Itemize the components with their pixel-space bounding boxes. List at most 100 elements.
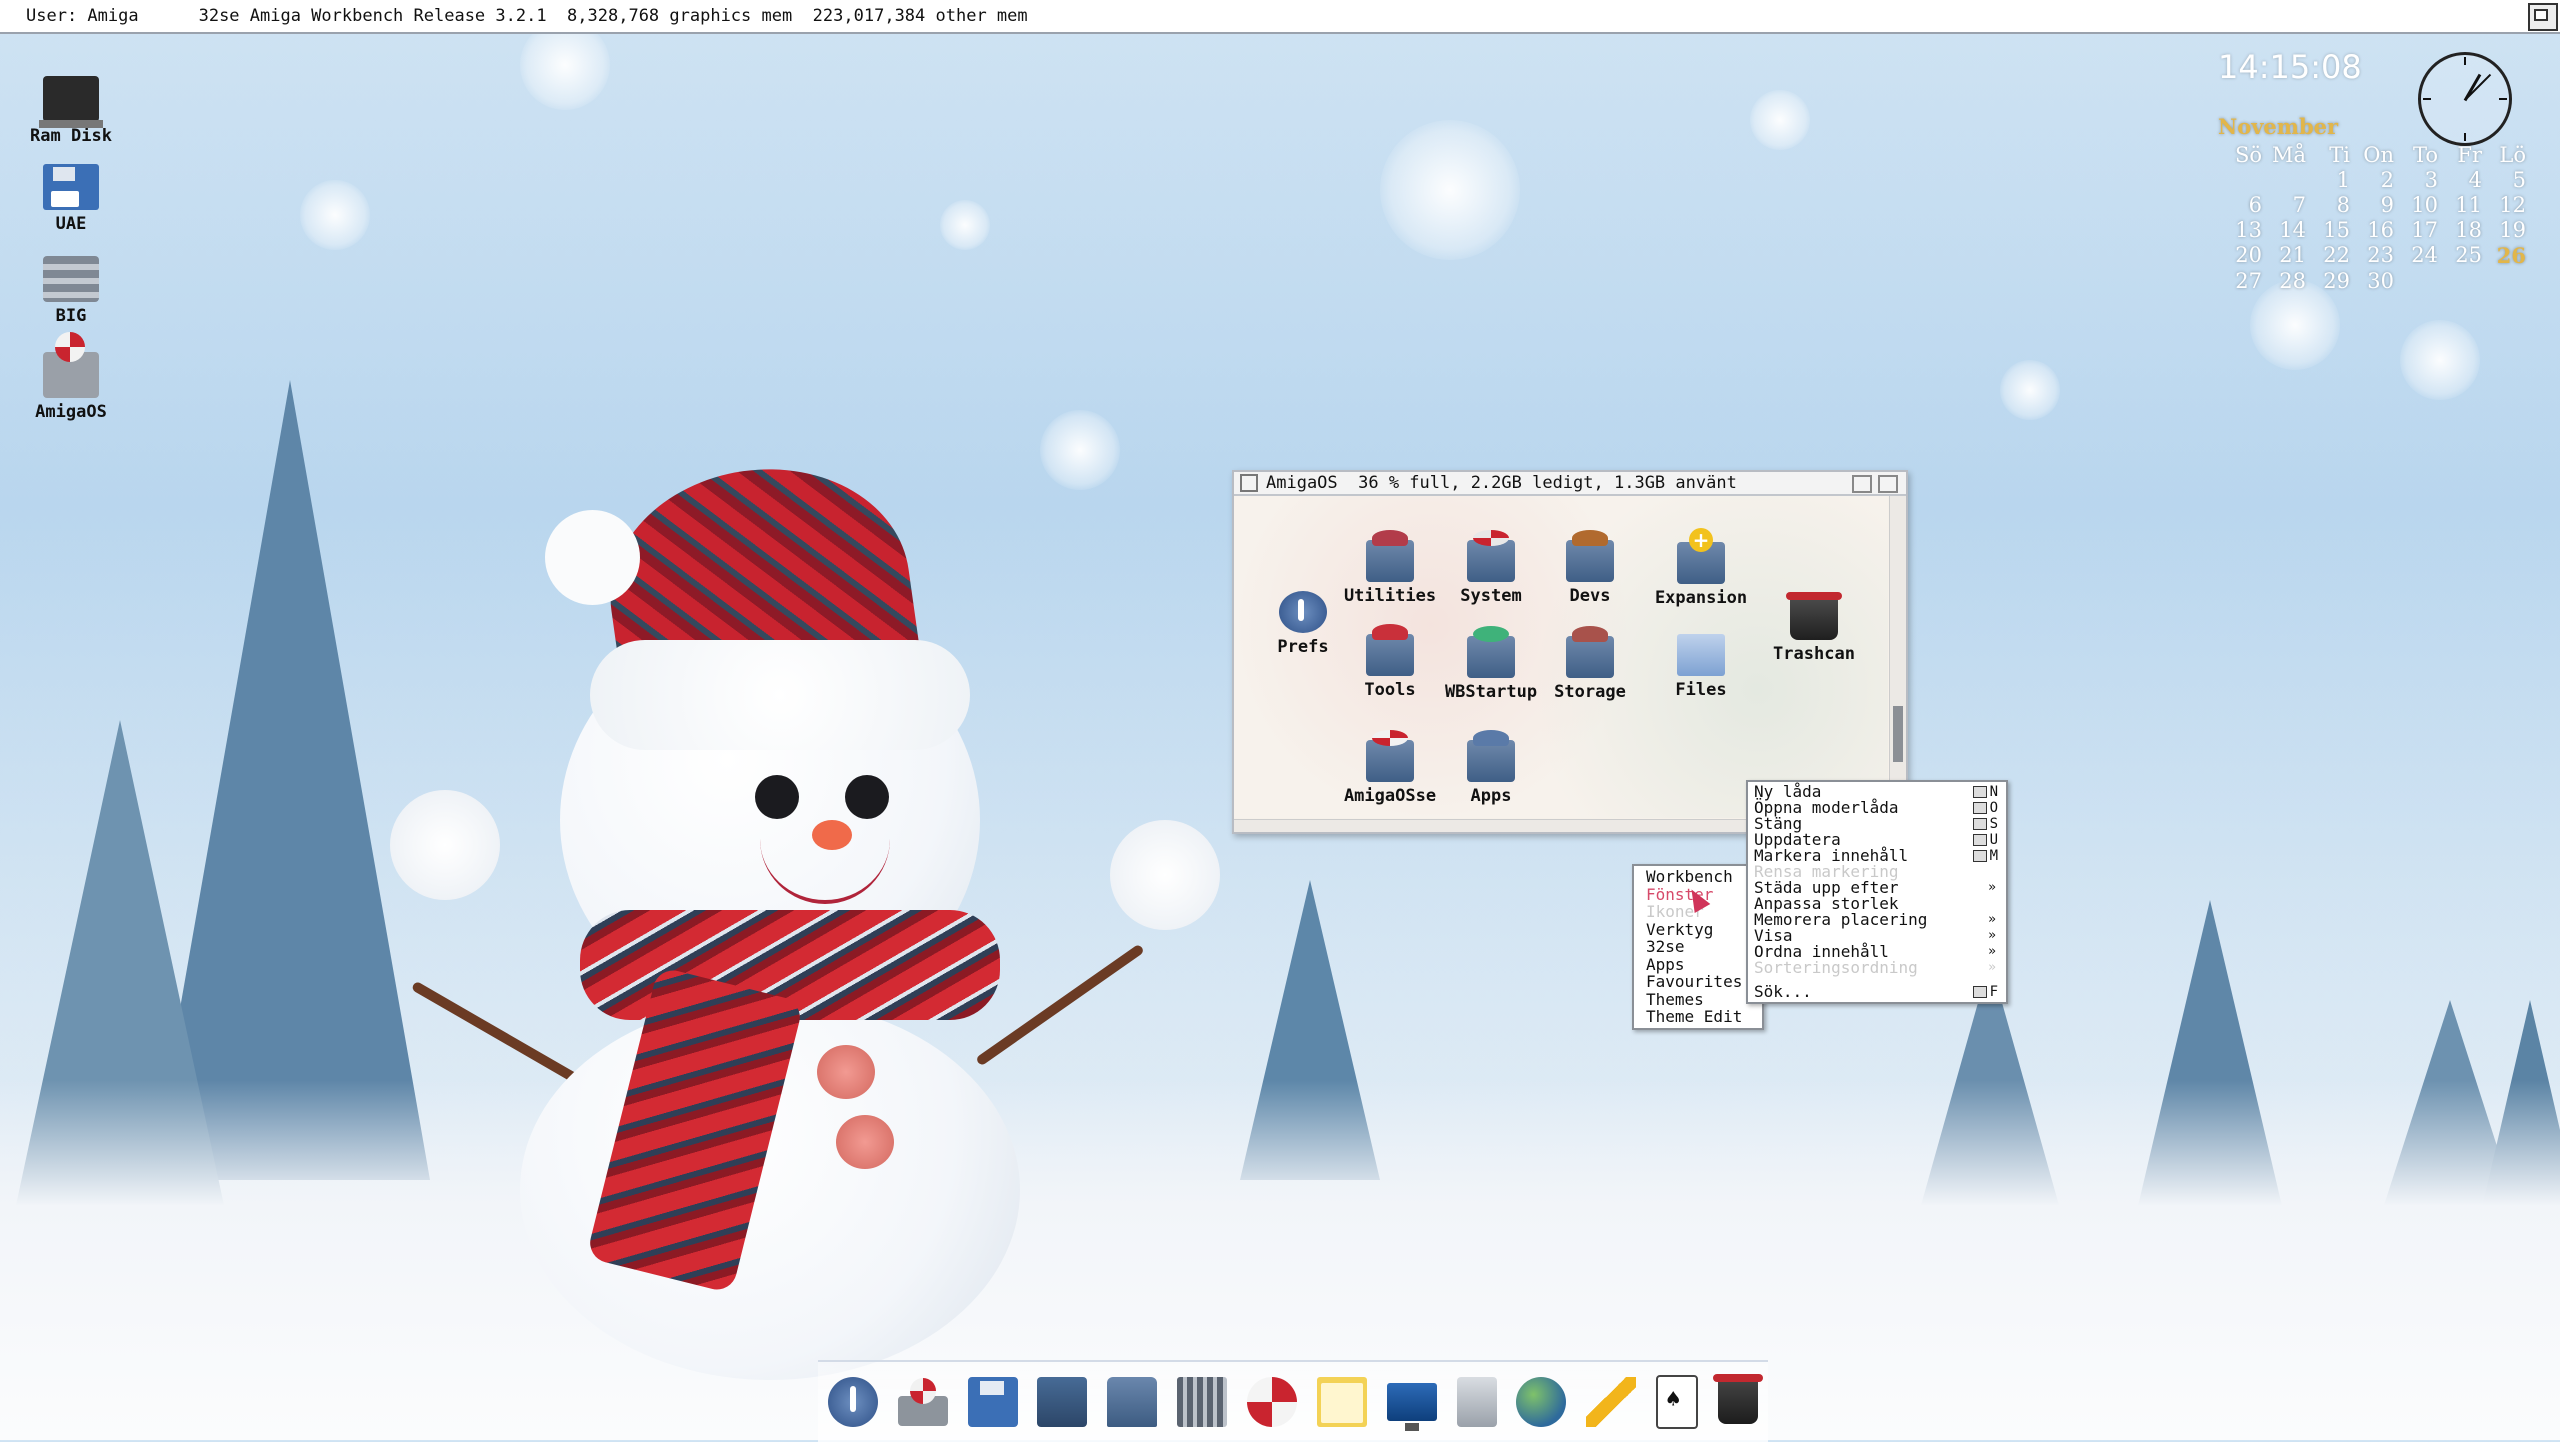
icon-label: Utilities [1343,586,1437,606]
floppy-disk-icon[interactable] [967,1377,1018,1427]
drawer-icon-tools[interactable]: Tools [1335,624,1445,700]
submenu-arrow-icon: » [1988,880,1996,895]
drawer-icon-amigaosse[interactable]: AmigaOSse [1335,730,1445,806]
menu-item[interactable]: Theme Edit [1634,1008,1762,1026]
floppy-disk-icon [43,164,99,210]
icon-label: AmigaOSse [1343,786,1437,806]
window-content: Prefs Utilities System Devs Expansion Tr… [1234,496,1888,818]
monitor-icon[interactable] [1386,1383,1437,1431]
window-title-bar[interactable]: AmigaOS 36 % full, 2.2GB ledigt, 1.3GB a… [1234,472,1906,496]
calendar-day: 17 [2411,218,2438,242]
submenu-item[interactable]: Sök... F [1748,984,2006,1001]
close-icon[interactable] [1240,474,1258,492]
calendar-day: 22 [2323,243,2350,267]
menu-shortcut: S [1972,816,1998,832]
calendar-day: 12 [2499,193,2526,217]
icon-label: WBStartup [1444,682,1538,702]
trashcan-icon[interactable] [1712,1374,1763,1424]
amiga-ball-icon[interactable] [1246,1377,1297,1427]
amigaosse-drawer-icon [1366,730,1414,782]
calendar-day: 20 [2235,243,2262,267]
menu-item[interactable]: Themes [1634,990,1762,1009]
drawer-icon-files[interactable]: Files [1646,634,1756,700]
calendar-day: 6 [2248,193,2262,217]
system-icon[interactable] [897,1378,948,1426]
desktop-icon-uae[interactable]: UAE [16,164,126,234]
printer-icon[interactable] [1107,1377,1158,1427]
calendar-day [2218,168,2262,192]
apps-drawer-icon [1467,730,1515,782]
calendar-grid: Sö Må Ti On To Fr Lö 1 2 3 4 5 6 7 8 9 10 11 12 13 14 15 16 17 1… [2218,143,2526,293]
calendar-day: 1 [2336,168,2350,192]
drawer-icon-system[interactable]: System [1436,530,1546,606]
shortcut-letter: O [1989,800,1998,816]
drawer-icon-utilities[interactable]: Utilities [1335,530,1445,606]
submenu-arrow-icon: » [1988,912,1996,927]
calendar-day: 15 [2323,218,2350,242]
window-title: AmigaOS 36 % full, 2.2GB ledigt, 1.3GB a… [1266,473,1737,493]
icon-label: Storage [1554,682,1626,702]
amiga-key-icon [1972,986,1987,998]
drawer-icon-trashcan[interactable]: Trashcan [1759,592,1869,664]
depth-icon[interactable] [1878,475,1898,493]
globe-icon[interactable] [1516,1377,1567,1427]
drawer-icon-devs[interactable]: Devs [1535,530,1645,606]
pencil-icon[interactable] [1586,1377,1637,1427]
desktop-icon-big[interactable]: BIG [16,256,126,326]
calendar-day: 14 [2279,218,2306,242]
menu-item[interactable]: Favourites [1634,973,1762,991]
drawer-icon-expansion[interactable]: Expansion [1646,528,1756,608]
calendar-day: 3 [2424,168,2438,192]
calendar-day: 24 [2411,243,2438,267]
drawer-icon-wbstartup[interactable]: WBStartup [1436,626,1546,702]
menu-item[interactable]: Apps [1634,955,1762,974]
calendar-day: 26 [2496,243,2526,268]
submenu-arrow-icon: » [1988,960,1996,975]
storage-drawer-icon [1566,626,1614,678]
drawer-icon-apps[interactable]: Apps [1436,730,1546,806]
desktop-icon-amigaos[interactable]: AmigaOS [16,332,126,422]
calendar-widget: November Sö Må Ti On To Fr Lö 1 2 3 4 5 6 7 8 9 10 11 12 13… [2218,114,2526,293]
menu-item[interactable]: Workbench [1634,868,1762,886]
amiga-key-icon [1972,834,1987,846]
shortcut-letter: F [1989,984,1998,1000]
menu-item[interactable]: Verktyg [1634,920,1762,939]
desktop-icon-ram-disk[interactable]: Ram Disk [16,76,126,146]
calculator-icon[interactable] [1456,1377,1497,1427]
vertical-scrollbar[interactable] [1889,496,1906,818]
calendar-day: 29 [2323,269,2350,293]
notes-icon[interactable] [1037,1377,1088,1427]
calendar-day [2394,269,2438,293]
calendar-day: 7 [2292,193,2306,217]
desktop-icon-label: BIG [55,306,87,326]
wbstartup-drawer-icon [1467,626,1515,678]
menu-shortcut: N [1972,784,1998,800]
calendar-day: 8 [2336,193,2350,217]
shortcut-letter: M [1989,848,1998,864]
devs-drawer-icon [1566,530,1614,582]
hard-drive-icon [43,256,99,302]
window-submenu[interactable]: Ny låda N Öppna moderlåda O Stäng S Uppdatera U… [1746,780,2008,1004]
cards-icon[interactable] [1656,1375,1699,1429]
menu-item[interactable]: 32se [1634,938,1762,956]
calendar-day: 11 [2455,193,2482,217]
tools-drawer-icon [1366,624,1414,676]
shortcut-letter: S [1989,816,1998,832]
screen-depth-gadget-icon[interactable] [2528,3,2558,31]
calendar-month: November [2218,114,2339,139]
vertical-scroll-thumb[interactable] [1893,706,1903,762]
shortcut-letter: N [1989,784,1998,800]
calendar-weekday: Lö [2499,143,2526,167]
prefs-icon[interactable] [827,1377,878,1427]
calendar-day: 10 [2411,193,2438,217]
keyboard-icon[interactable] [1177,1377,1228,1427]
utilities-drawer-icon [1366,530,1414,582]
amiga-key-icon [1972,802,1987,814]
submenu-item-label: Sorteringsordning [1754,958,1918,977]
drawer-icon-storage[interactable]: Storage [1535,626,1645,702]
dock [818,1360,1768,1442]
calendar-weekday: Fr [2457,143,2482,167]
folder-icon[interactable] [1316,1377,1367,1427]
calendar-weekday: Må [2271,143,2306,167]
zoom-icon[interactable] [1852,475,1872,493]
